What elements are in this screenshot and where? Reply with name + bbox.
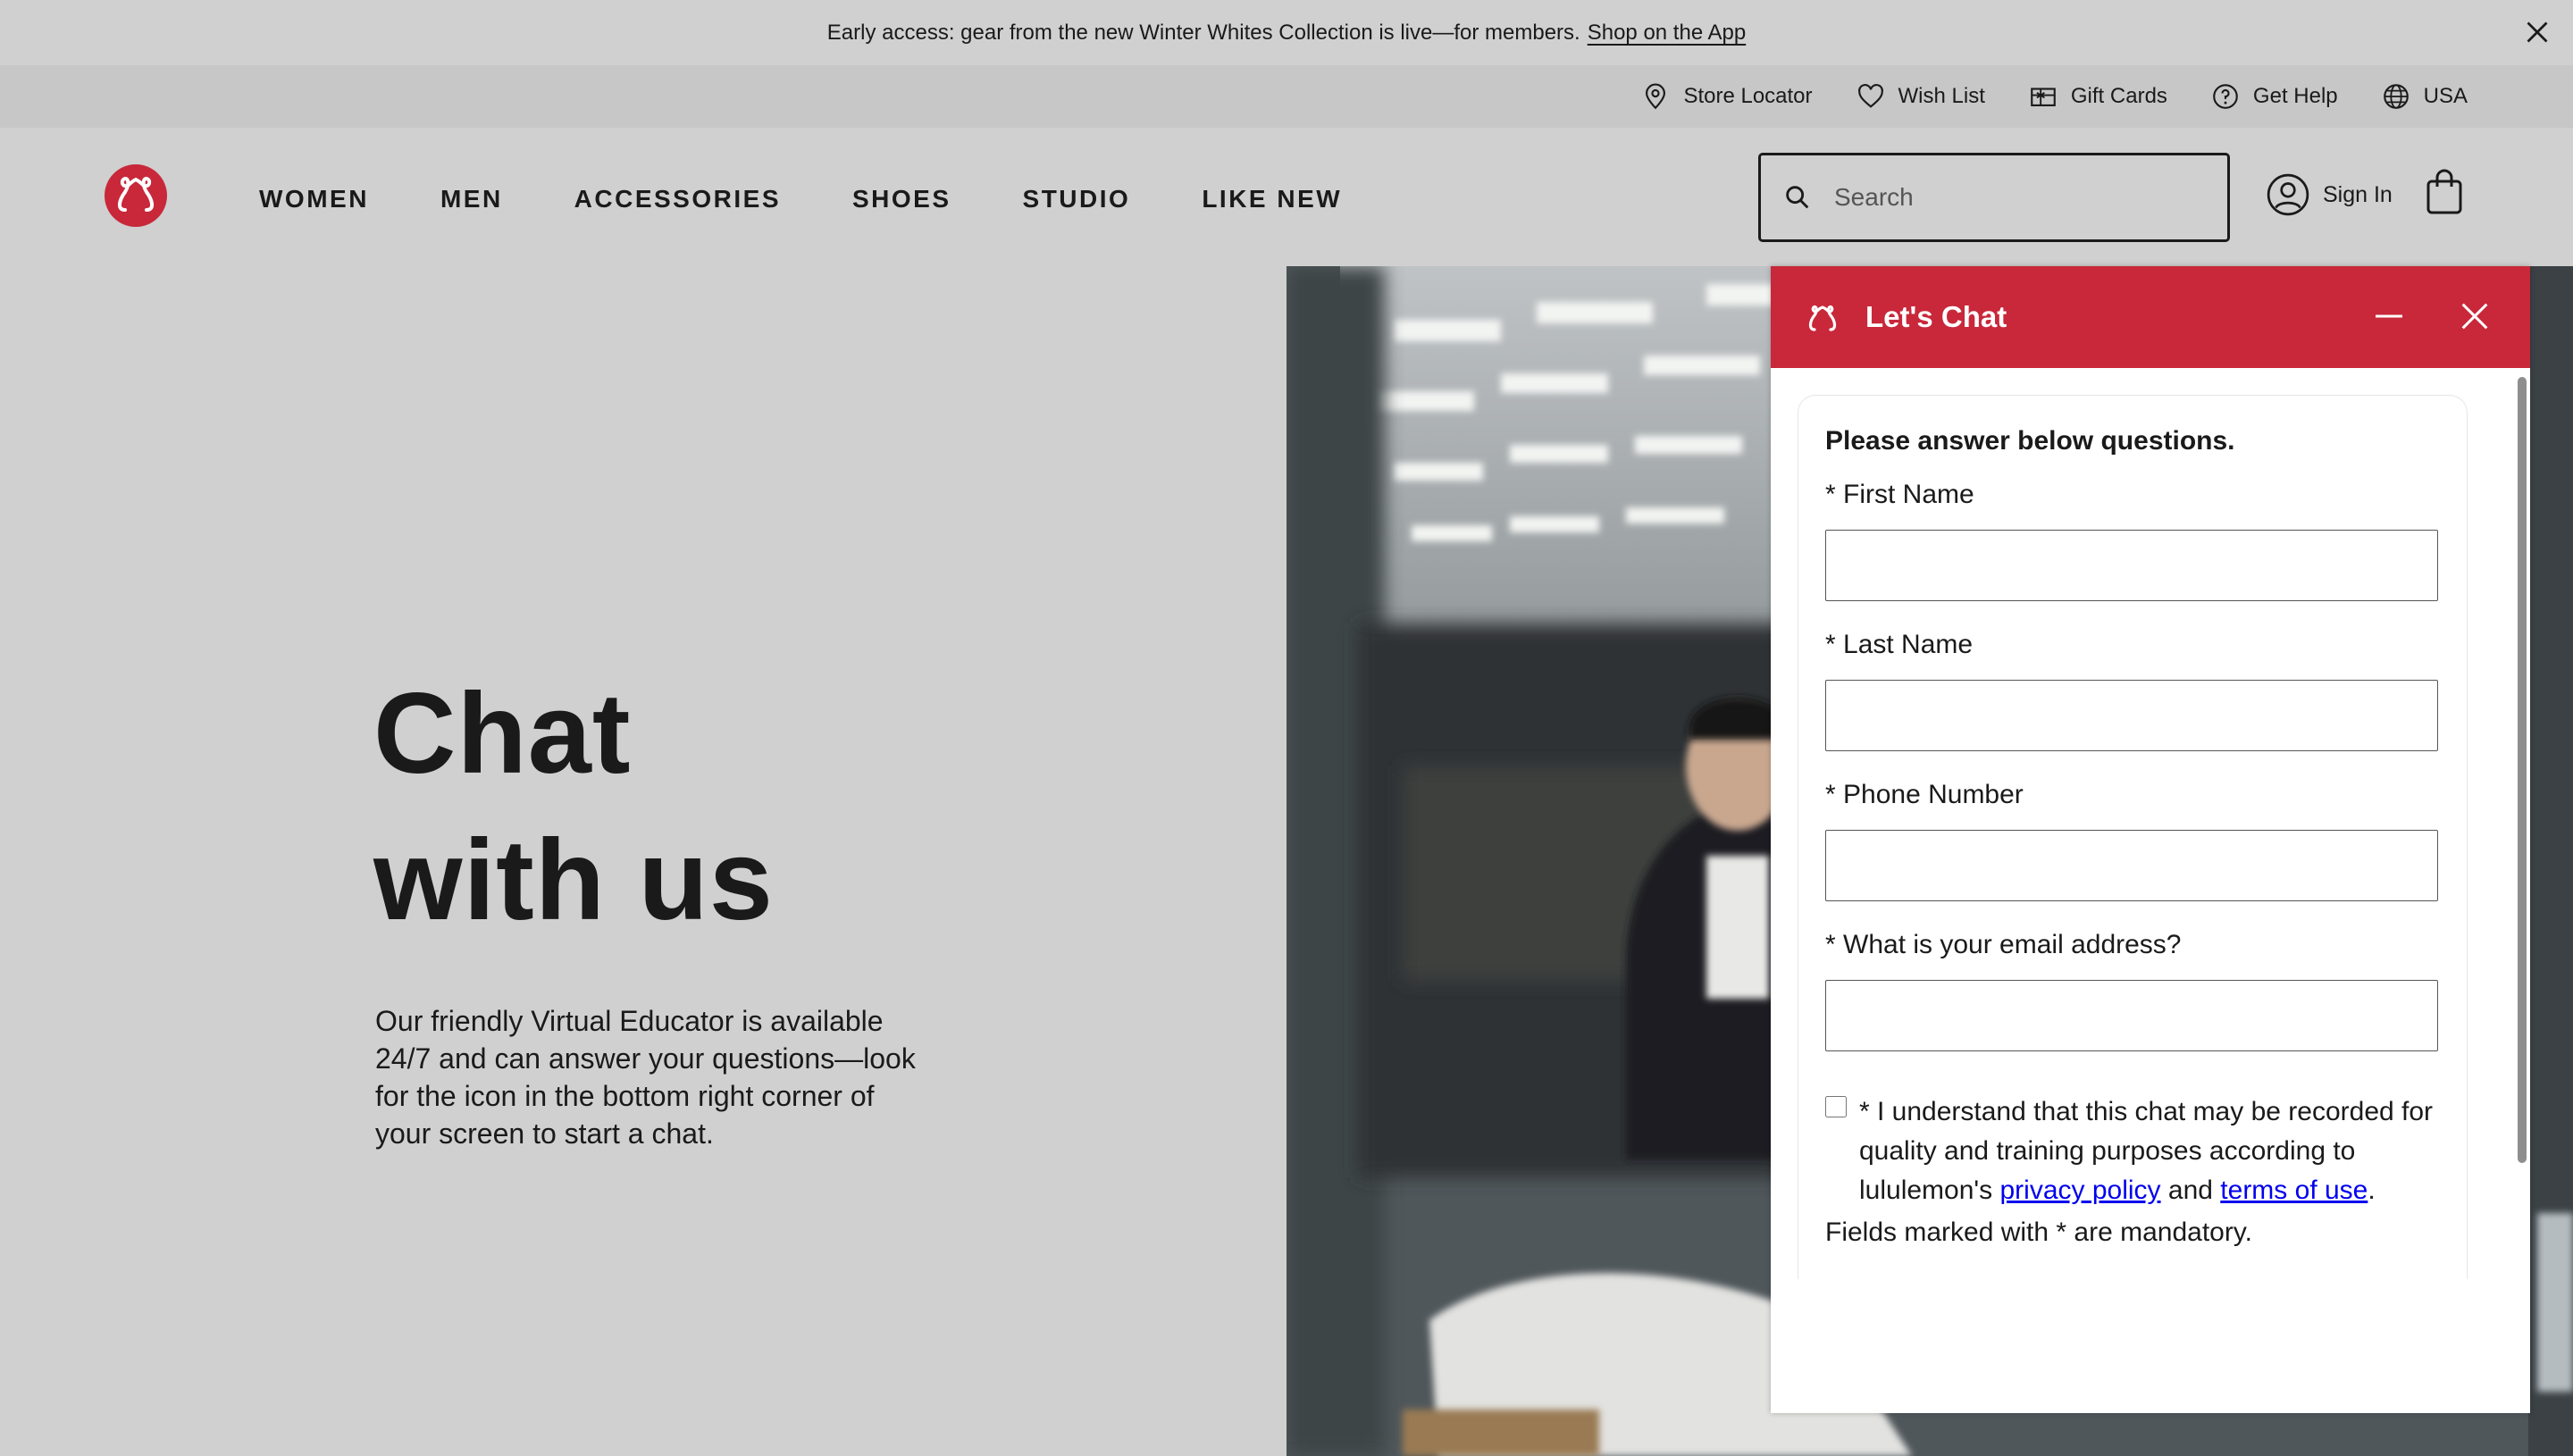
privacy-policy-link[interactable]: privacy policy: [1999, 1176, 2160, 1205]
gift-cards-label: Gift Cards: [2070, 84, 2167, 108]
consent-and: and: [2167, 1176, 2213, 1205]
pre-chat-form: Please answer below questions. * First N…: [1798, 395, 2468, 1279]
close-icon[interactable]: [2521, 16, 2553, 48]
phone-number-label: * Phone Number: [1825, 780, 2024, 809]
search-input[interactable]: [1832, 182, 2211, 213]
consent-suffix: .: [2368, 1176, 2376, 1205]
page-title-line2: with us: [373, 816, 774, 944]
nav-shoes[interactable]: SHOES: [852, 185, 951, 213]
site-header: WOMEN MEN ACCESSORIES SHOES STUDIO LIKE …: [0, 128, 2573, 266]
terms-of-use-link[interactable]: terms of use: [2220, 1176, 2368, 1205]
lululemon-logo-icon[interactable]: [104, 163, 168, 228]
chat-header: Let's Chat: [1771, 266, 2530, 368]
nav-men[interactable]: MEN: [440, 185, 503, 213]
close-icon[interactable]: [2457, 298, 2493, 334]
store-locator-link[interactable]: Store Locator: [1640, 81, 1813, 112]
phone-number-field[interactable]: [1825, 830, 2438, 901]
search-box[interactable]: [1758, 153, 2230, 242]
user-icon: [2267, 173, 2309, 216]
page-title: Chat with us: [373, 661, 774, 954]
sign-in-button[interactable]: Sign In: [2266, 172, 2393, 217]
country-label: USA: [2423, 84, 2468, 108]
country-selector[interactable]: USA: [2381, 81, 2468, 112]
gift-cards-link[interactable]: Gift Cards: [2028, 81, 2167, 112]
consent-text: * I understand that this chat may be rec…: [1859, 1092, 2442, 1210]
first-name-label: * First Name: [1825, 480, 1974, 509]
utility-bar: Store Locator Wish List Gift Cards Get H…: [0, 65, 2573, 128]
email-field[interactable]: [1825, 980, 2438, 1051]
last-name-label: * Last Name: [1825, 630, 1974, 659]
gift-card-icon: [2031, 88, 2056, 106]
nav-studio[interactable]: STUDIO: [1023, 185, 1131, 213]
sign-in-label: Sign In: [2323, 181, 2393, 207]
hero-description: Our friendly Virtual Educator is availab…: [375, 1005, 916, 1150]
store-locator-label: Store Locator: [1683, 84, 1813, 108]
nav-women[interactable]: WOMEN: [259, 185, 369, 213]
first-name-field[interactable]: [1825, 530, 2438, 601]
wish-list-label: Wish List: [1898, 84, 1985, 108]
last-name-field[interactable]: [1825, 680, 2438, 751]
chat-body: Please answer below questions. * First N…: [1771, 368, 2530, 1413]
main-nav: WOMEN MEN ACCESSORIES SHOES STUDIO LIKE …: [259, 185, 1413, 213]
promo-text: Early access: gear from the new Winter W…: [826, 20, 1580, 45]
heart-icon: [1857, 84, 1883, 108]
mandatory-note: Fields marked with * are mandatory.: [1825, 1218, 2252, 1247]
globe-icon: [2383, 84, 2409, 109]
email-label: * What is your email address?: [1825, 930, 2182, 959]
chat-title: Let's Chat: [1865, 300, 2007, 333]
shopping-bag-icon[interactable]: [2425, 169, 2464, 215]
page-title-line1: Chat: [373, 670, 632, 798]
nav-like-new[interactable]: LIKE NEW: [1202, 185, 1342, 213]
promo-banner: Early access: gear from the new Winter W…: [0, 0, 2573, 65]
chat-scrollbar[interactable]: [2518, 377, 2527, 1163]
form-heading: Please answer below questions.: [1825, 426, 2235, 456]
wish-list-link[interactable]: Wish List: [1856, 81, 1985, 112]
location-pin-icon: [1646, 83, 1666, 110]
minimize-icon[interactable]: [2371, 298, 2407, 334]
search-icon: [1786, 186, 1809, 209]
chat-widget: Let's Chat Please answer below questions…: [1771, 266, 2530, 1413]
shop-on-app-link[interactable]: Shop on the App: [1588, 21, 1747, 46]
lululemon-logo-icon: [1808, 305, 1837, 331]
nav-accessories[interactable]: ACCESSORIES: [574, 185, 781, 213]
get-help-label: Get Help: [2252, 84, 2338, 108]
help-circle-icon: [2213, 84, 2238, 109]
get-help-link[interactable]: Get Help: [2210, 81, 2338, 112]
consent-checkbox[interactable]: [1825, 1096, 1847, 1117]
